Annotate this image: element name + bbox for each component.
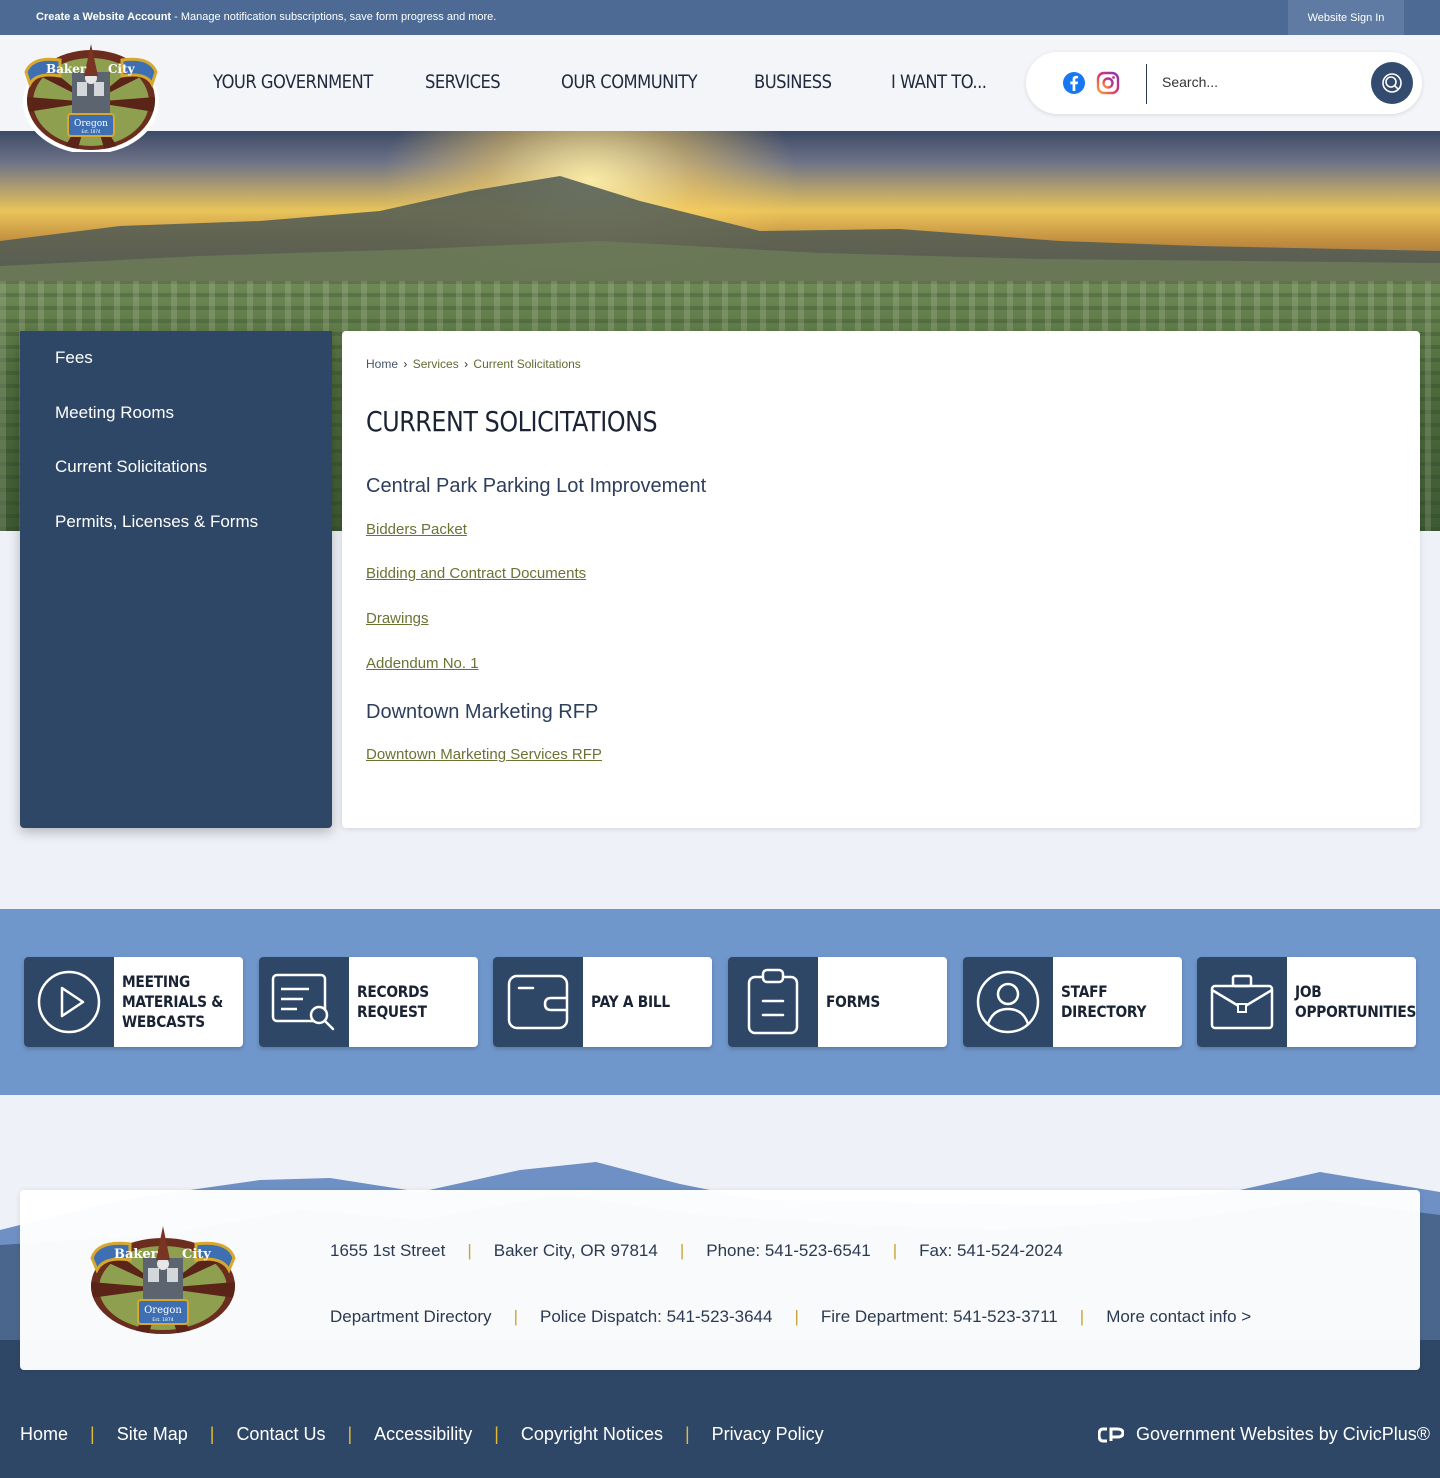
footer-separator: | [494, 1424, 499, 1444]
user-icon [963, 957, 1053, 1047]
footer-logo-word-left: Baker [114, 1247, 158, 1262]
contact-separator: | [1079, 1307, 1085, 1326]
section-title-downtown-marketing: Downtown Marketing RFP [366, 701, 599, 723]
briefcase-icon [1197, 957, 1287, 1047]
side-nav-meeting-rooms[interactable]: Meeting Rooms [55, 403, 174, 423]
create-account-description: - Manage notification subscriptions, sav… [171, 11, 497, 23]
link-drawings[interactable]: Drawings [366, 610, 429, 627]
quicklink-label: MEETING MATERIALS & WEBCASTS [122, 972, 224, 1031]
create-account-link[interactable]: Create a Website Account - Manage notifi… [36, 11, 496, 23]
civicplus-credit[interactable]: Government Websites by CivicPlus® [1098, 1424, 1430, 1445]
search-button[interactable] [1371, 62, 1413, 104]
footer-separator: | [90, 1424, 95, 1444]
quicklink-job-opportunities[interactable]: JOB OPPORTUNITIES [1197, 957, 1416, 1047]
quicklink-staff-directory[interactable]: STAFF DIRECTORY [963, 957, 1182, 1047]
side-navigation: Fees Meeting Rooms Current Solicitations… [20, 331, 332, 828]
footer-link-copyright[interactable]: Copyright Notices [521, 1424, 663, 1444]
footer-separator: | [347, 1424, 353, 1444]
link-bidders-packet[interactable]: Bidders Packet [366, 521, 467, 538]
main-content: Home › Services › Current Solicitations … [342, 331, 1420, 828]
breadcrumb-current: Current Solicitations [473, 357, 581, 371]
fire-department[interactable]: Fire Department: 541-523-3711 [821, 1307, 1058, 1326]
nav-i-want-to[interactable]: I WANT TO... [891, 71, 987, 93]
breadcrumb-separator: › [403, 357, 408, 371]
footer-logo[interactable]: Baker City Oregon Est. 1874 [88, 1224, 238, 1336]
link-addendum-1[interactable]: Addendum No. 1 [366, 655, 479, 672]
search-input[interactable]: Search... [1162, 74, 1218, 90]
utility-bar: Create a Website Account - Manage notifi… [0, 0, 1440, 35]
link-downtown-marketing-rfp[interactable]: Downtown Marketing Services RFP [366, 746, 602, 763]
contact-card: Baker City Oregon Est. 1874 1655 1st Str… [20, 1190, 1420, 1370]
sign-in-button[interactable]: Website Sign In [1288, 0, 1404, 35]
quicklink-records-request[interactable]: RECORDS REQUEST [259, 957, 478, 1047]
logo-banner: Oregon [74, 119, 108, 129]
city-logo[interactable]: Baker City Oregon Est. 1874 [22, 42, 160, 152]
quicklink-label: RECORDS REQUEST [357, 982, 429, 1021]
breadcrumb-separator: › [464, 357, 469, 371]
footer-links: Home | Site Map | Contact Us | Accessibility | C… [20, 1424, 824, 1445]
instagram-icon[interactable] [1096, 71, 1120, 95]
nav-our-community[interactable]: OUR COMMUNITY [561, 71, 698, 93]
quicklink-label: JOB OPPORTUNITIES [1295, 982, 1416, 1021]
footer-separator: | [209, 1424, 215, 1444]
search-icon [1382, 73, 1402, 93]
contact-row-address: 1655 1st Street | Baker City, OR 97814 | Pho… [330, 1241, 1063, 1261]
phone-number[interactable]: Phone: 541-523-6541 [706, 1241, 870, 1260]
search-bar: Search... [1026, 52, 1422, 114]
breadcrumb: Home › Services › Current Solicitations [366, 357, 581, 371]
police-dispatch[interactable]: Police Dispatch: 541-523-3644 [540, 1307, 772, 1326]
link-bidding-contract-documents[interactable]: Bidding and Contract Documents [366, 565, 586, 582]
nav-your-government[interactable]: YOUR GOVERNMENT [213, 71, 373, 93]
play-icon [24, 957, 114, 1047]
quick-links-band: MEETING MATERIALS & WEBCASTS RECORDS REQ… [0, 909, 1440, 1095]
search-divider [1146, 64, 1147, 104]
civicplus-label[interactable]: Government Websites by CivicPlus® [1136, 1424, 1430, 1445]
logo-word-left: Baker [46, 62, 87, 76]
footer-link-site-map[interactable]: Site Map [117, 1424, 188, 1444]
logo-word-right: City [108, 62, 136, 76]
quicklink-forms[interactable]: FORMS [728, 957, 947, 1047]
nav-business[interactable]: BUSINESS [754, 71, 832, 93]
footer-link-privacy[interactable]: Privacy Policy [712, 1424, 824, 1444]
contact-separator: | [892, 1241, 898, 1260]
footer-logo-banner: Oregon [144, 1305, 182, 1316]
footer-separator: | [684, 1424, 690, 1444]
footer-logo-word-right: City [182, 1247, 211, 1262]
quicklink-pay-a-bill[interactable]: PAY A BILL [493, 957, 712, 1047]
footer-link-accessibility[interactable]: Accessibility [374, 1424, 472, 1444]
contact-row-links: Department Directory | Police Dispatch: 54… [330, 1307, 1251, 1327]
side-nav-fees[interactable]: Fees [55, 348, 93, 368]
address-city: Baker City, OR 97814 [493, 1241, 658, 1260]
fax-number: Fax: 541-524-2024 [919, 1241, 1063, 1260]
department-directory-link[interactable]: Department Directory [330, 1307, 492, 1326]
section-title-central-park: Central Park Parking Lot Improvement [366, 475, 707, 497]
side-nav-permits-licenses-forms[interactable]: Permits, Licenses & Forms [55, 512, 258, 532]
footer-link-contact-us[interactable]: Contact Us [236, 1424, 325, 1444]
nav-services[interactable]: SERVICES [425, 71, 501, 93]
contact-separator: | [679, 1241, 685, 1260]
wallet-icon [493, 957, 583, 1047]
more-contact-info-link[interactable]: More contact info > [1106, 1307, 1251, 1326]
create-account-label[interactable]: Create a Website Account [36, 11, 171, 23]
breadcrumb-services[interactable]: Services [413, 357, 459, 371]
footer-logo-est: Est. 1874 [152, 1317, 173, 1323]
contact-separator: | [794, 1307, 799, 1326]
address-street: 1655 1st Street [330, 1241, 446, 1260]
quicklink-label: PAY A BILL [591, 992, 670, 1011]
civicplus-icon [1098, 1427, 1124, 1442]
document-search-icon [259, 957, 349, 1047]
contact-separator: | [513, 1307, 518, 1326]
side-nav-current-solicitations[interactable]: Current Solicitations [55, 457, 207, 477]
logo-est: Est. 1874 [82, 129, 101, 134]
page-title: CURRENT SOLICITATIONS [366, 405, 658, 438]
footer-link-home[interactable]: Home [20, 1424, 68, 1444]
facebook-icon[interactable] [1062, 71, 1086, 95]
breadcrumb-home[interactable]: Home [366, 357, 398, 371]
clipboard-icon [728, 957, 818, 1047]
quicklink-meeting-materials[interactable]: MEETING MATERIALS & WEBCASTS [24, 957, 243, 1047]
quicklink-label: STAFF DIRECTORY [1061, 982, 1147, 1021]
contact-separator: | [467, 1241, 472, 1260]
quicklink-label: FORMS [826, 992, 881, 1011]
